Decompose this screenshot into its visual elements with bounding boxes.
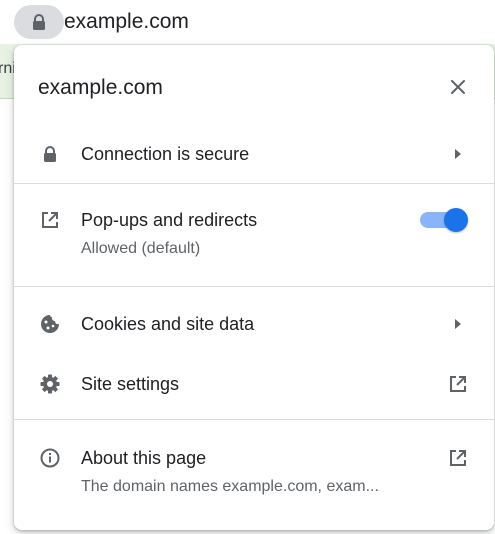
launch-icon: [450, 450, 466, 466]
about-row[interactable]: About this page The domain names example…: [14, 420, 494, 520]
popup-title: example.com: [38, 76, 163, 99]
divider: [14, 286, 494, 287]
cookies-arrow-wrap: [446, 312, 470, 336]
popups-sublabel: Allowed (default): [81, 240, 201, 257]
site-settings-launch-wrap: [446, 372, 470, 396]
site-settings-label: Site settings: [81, 374, 180, 394]
lock-icon: [33, 13, 45, 30]
popups-row: Pop-ups and redirects Allowed (default): [14, 184, 494, 286]
cookies-row[interactable]: Cookies and site data: [14, 293, 494, 353]
cookies-icon-wrap: [38, 312, 62, 336]
cookie-icon: [41, 315, 59, 333]
omnibox[interactable]: example.com: [0, 0, 495, 44]
about-launch-wrap: [446, 446, 470, 470]
close-icon: [451, 80, 465, 94]
cookies-label: Cookies and site data: [81, 314, 255, 334]
site-info-button[interactable]: [14, 5, 64, 39]
browser-window: example.com rni example.com Connection i…: [0, 0, 495, 534]
url-text[interactable]: example.com: [64, 10, 189, 34]
connection-row[interactable]: Connection is secure: [14, 123, 494, 183]
page-info-popup: example.com Connection is secure Pop-ups…: [14, 45, 494, 530]
arrow-right-icon: [455, 319, 461, 329]
popups-label: Pop-ups and redirects: [81, 210, 258, 230]
connection-label: Connection is secure: [81, 144, 250, 164]
arrow-right-icon: [455, 149, 461, 159]
about-sublabel: The domain names example.com, exam...: [81, 478, 379, 495]
lock-icon: [44, 145, 56, 162]
launch-icon: [450, 376, 466, 392]
popups-icon-wrap: [38, 208, 62, 232]
about-label: About this page: [81, 448, 207, 468]
close-button[interactable]: [446, 75, 470, 99]
open-in-new-icon: [42, 212, 58, 228]
toggle-thumb: [444, 208, 468, 232]
site-settings-icon-wrap: [38, 372, 62, 396]
connection-icon-wrap: [38, 142, 62, 166]
info-icon: [40, 448, 60, 468]
gear-icon: [40, 374, 60, 394]
about-icon-wrap: [38, 446, 62, 470]
connection-arrow-wrap: [446, 142, 470, 166]
popups-toggle[interactable]: [420, 208, 468, 232]
site-settings-row[interactable]: Site settings: [14, 353, 494, 413]
